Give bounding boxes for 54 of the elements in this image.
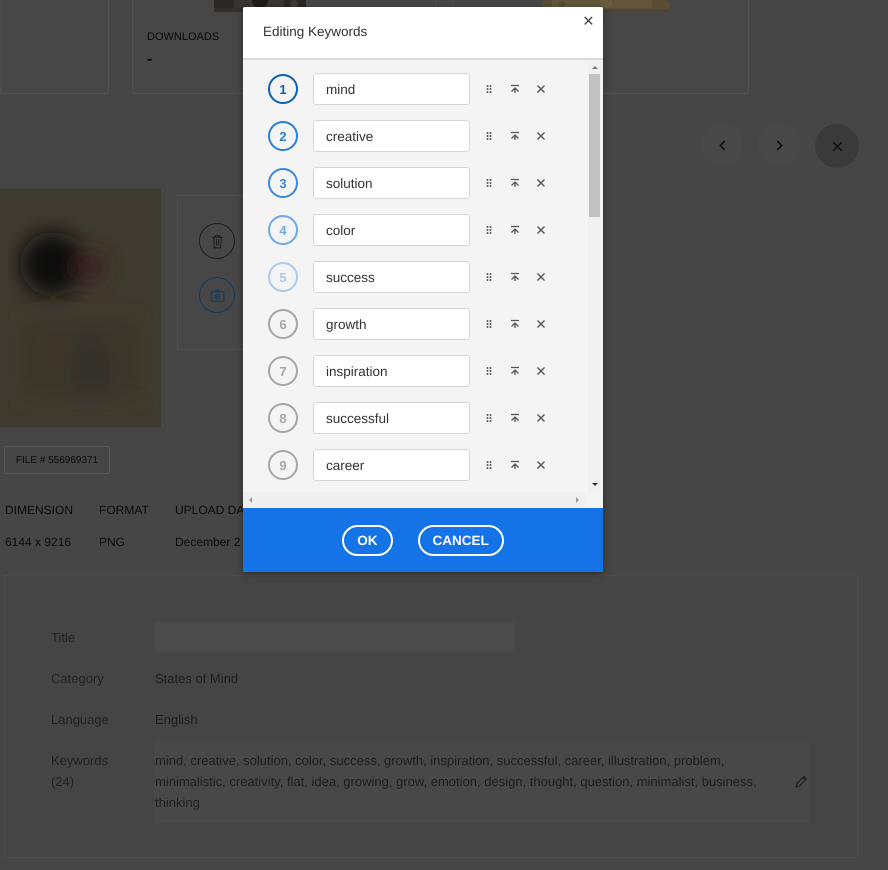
move-to-top-icon[interactable] [509,83,521,95]
move-to-top-icon[interactable] [509,318,521,330]
number-badge: 7 [268,356,298,386]
ok-button[interactable]: OK [342,524,392,556]
number-badge: 8 [268,403,298,433]
number-badge: 2 [268,121,298,151]
scroll-up-icon[interactable] [590,64,600,70]
keyword-input[interactable]: solution [313,167,470,199]
move-to-top-icon[interactable] [509,412,521,424]
stat-label: DOWNLOADS [147,31,220,43]
remove-icon[interactable] [535,318,547,330]
number-badge: 6 [268,309,298,339]
stat-value: - [147,51,152,69]
number-badge: 5 [268,262,298,292]
vertical-scrollbar[interactable] [588,60,601,492]
keyword-input[interactable]: success [313,261,470,293]
keyword-input[interactable]: inspiration [313,355,470,387]
remove-icon[interactable] [535,459,547,471]
scrollbar-thumb[interactable] [589,74,600,217]
remove-icon[interactable] [535,224,547,236]
move-to-top-icon[interactable] [509,459,521,471]
keyword-input[interactable]: successful [313,402,470,434]
remove-icon[interactable] [535,412,547,424]
close-icon [830,140,844,152]
keyword-input[interactable]: color [313,214,470,246]
number-badge: 9 [268,450,298,480]
camera-icon [208,286,226,304]
number-badge: 3 [268,168,298,198]
remove-icon[interactable] [535,271,547,283]
close-button[interactable]: × [580,13,597,31]
metadata-value: PNG [99,535,126,549]
keyword-input[interactable]: mind [313,73,470,105]
move-to-top-icon[interactable] [509,224,521,236]
file-number-tag: FILE # 556969371 [4,446,110,474]
remove-icon[interactable] [535,83,547,95]
remove-icon[interactable] [535,365,547,377]
move-to-top-icon[interactable] [509,130,521,142]
keyword-input[interactable]: creative [313,120,470,152]
metadata-value: 6144 x 9216 [5,535,72,549]
remove-icon[interactable] [535,177,547,189]
metadata-label: DIMENSION [5,503,74,517]
dialog-title: Editing Keywords [263,24,368,39]
metadata-value: December 2 [175,535,242,549]
scroll-down-icon[interactable] [590,482,600,488]
number-badge: 4 [268,215,298,245]
keyword-input[interactable]: career [313,449,470,481]
cancel-button[interactable]: CANCEL [418,524,504,556]
remove-icon[interactable] [535,130,547,142]
move-to-top-icon[interactable] [509,365,521,377]
move-to-top-icon[interactable] [509,271,521,283]
number-badge: 1 [268,74,298,104]
move-to-top-icon[interactable] [509,177,521,189]
keyword-input[interactable]: growth [313,308,470,340]
metadata-label: FORMAT [99,503,150,517]
